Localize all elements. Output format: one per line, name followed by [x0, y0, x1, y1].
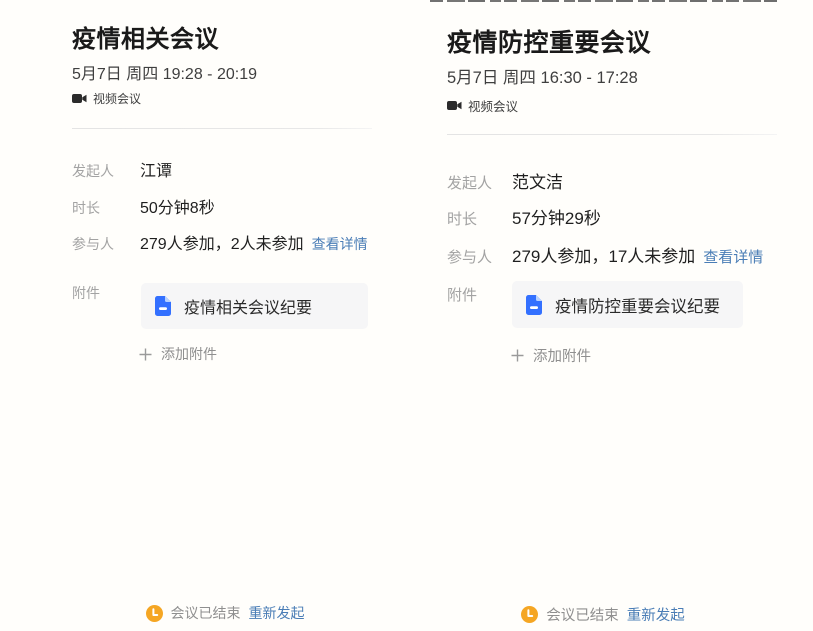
- attachment-card[interactable]: 疫情防控重要会议纪要: [512, 281, 743, 328]
- participants-row: 参与人 279人参加，2人未参加 查看详情: [72, 230, 368, 254]
- field-label: 发起人: [72, 161, 140, 181]
- participants-row: 参与人 279人参加，17人未参加 查看详情: [447, 242, 763, 267]
- status-text: 会议已结束: [171, 603, 241, 623]
- field-label: 时长: [447, 208, 512, 229]
- initiator-row: 发起人 江谭: [72, 157, 172, 181]
- meeting-datetime: 5月7日 周四 19:28 - 20:19: [72, 60, 257, 84]
- attachment-card[interactable]: 疫情相关会议纪要: [141, 283, 368, 329]
- meeting-ended-status: 会议已结束 重新发起: [447, 604, 759, 625]
- view-details-link[interactable]: 查看详情: [703, 246, 763, 267]
- duration-row: 时长 57分钟29秒: [447, 204, 601, 229]
- view-details-link[interactable]: 查看详情: [312, 234, 368, 254]
- doc-icon: [526, 295, 542, 315]
- participants-summary: 279人参加，17人未参加: [512, 242, 695, 267]
- duration-row: 时长 50分钟8秒: [72, 194, 215, 218]
- video-meeting-badge: 视频会议: [447, 96, 518, 115]
- attachments-label: 附件: [72, 283, 100, 303]
- meeting-title: 疫情相关会议: [72, 27, 219, 53]
- field-label: 发起人: [447, 172, 512, 193]
- restart-meeting-link[interactable]: 重新发起: [627, 604, 685, 625]
- restart-meeting-link[interactable]: 重新发起: [249, 603, 305, 623]
- divider: [447, 134, 777, 135]
- divider: [72, 128, 372, 129]
- initiator-name: 江谭: [140, 157, 172, 181]
- meeting-detail-panel-left: 疫情相关会议 5月7日 周四 19:28 - 20:19 视频会议 发起人 江谭…: [72, 0, 378, 631]
- attachment-name: 疫情相关会议纪要: [184, 294, 312, 318]
- video-meeting-label: 视频会议: [468, 96, 518, 115]
- add-attachment-label: 添加附件: [161, 344, 217, 364]
- clock-icon: [521, 606, 538, 623]
- doc-icon: [155, 296, 171, 316]
- initiator-name: 范文洁: [512, 168, 563, 193]
- video-meeting-badge: 视频会议: [72, 90, 141, 107]
- video-meeting-label: 视频会议: [93, 90, 141, 107]
- add-attachment-button[interactable]: 添加附件: [139, 344, 217, 364]
- attachment-name: 疫情防控重要会议纪要: [555, 293, 720, 317]
- meeting-datetime: 5月7日 周四 16:30 - 17:28: [447, 64, 638, 88]
- initiator-row: 发起人 范文洁: [447, 168, 563, 193]
- plus-icon: [139, 348, 152, 361]
- video-camera-icon: [72, 93, 87, 104]
- meeting-ended-status: 会议已结束 重新发起: [72, 603, 378, 623]
- plus-icon: [511, 349, 524, 362]
- duration-value: 50分钟8秒: [140, 194, 215, 218]
- meeting-title: 疫情防控重要会议: [447, 30, 651, 58]
- duration-value: 57分钟29秒: [512, 204, 601, 229]
- status-text: 会议已结束: [546, 604, 619, 625]
- field-label: 时长: [72, 198, 140, 218]
- video-camera-icon: [447, 100, 462, 111]
- attachments-label: 附件: [447, 284, 477, 305]
- add-attachment-label: 添加附件: [533, 345, 591, 366]
- field-label: 参与人: [72, 234, 140, 254]
- clock-icon: [146, 605, 163, 622]
- participants-summary: 279人参加，2人未参加: [140, 230, 304, 254]
- add-attachment-button[interactable]: 添加附件: [511, 345, 591, 366]
- field-label: 参与人: [447, 246, 512, 267]
- meeting-detail-panel-right: 疫情防控重要会议 5月7日 周四 16:30 - 17:28 视频会议 发起人 …: [447, 0, 759, 631]
